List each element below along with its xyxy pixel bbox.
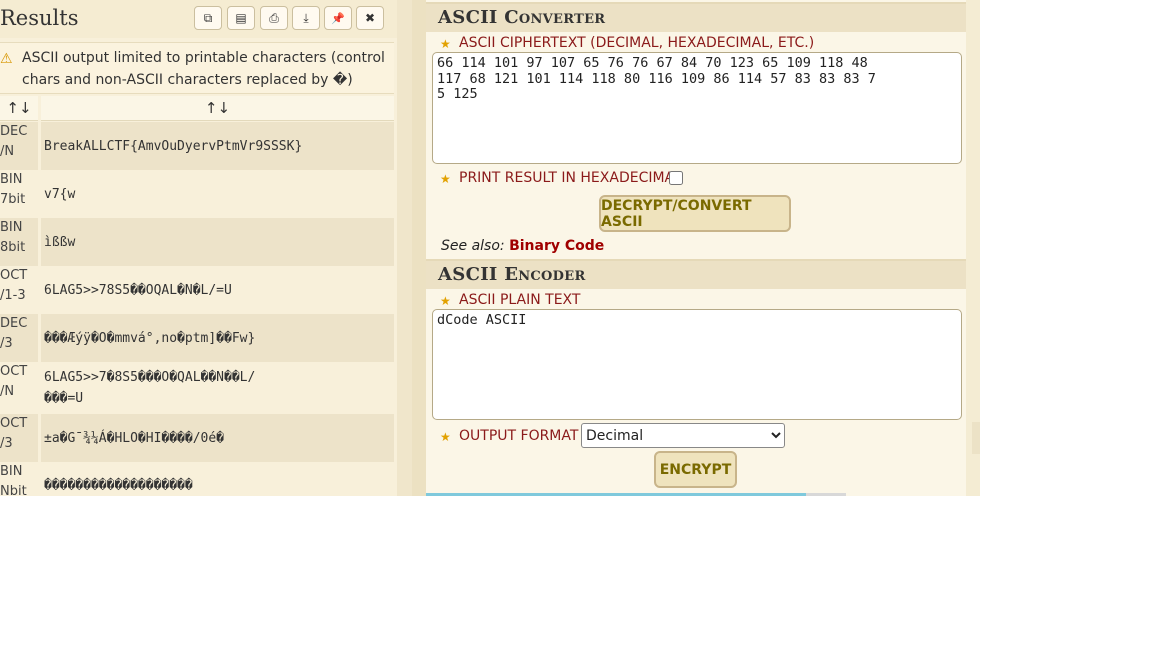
ciphertext-label: ASCII CIPHERTEXT (DECIMAL, HEXADECIMAL, … (459, 35, 815, 51)
page-viewport: Results ⧉ ▤ ⎙ ⤓ 📌 ✖ ⚠ ASCII output limit… (0, 0, 980, 496)
row-value[interactable]: 6LAG5>>78S5��OQAL�N�L/=U (41, 266, 394, 314)
row-type: BIN 8bit (0, 218, 38, 266)
bottom-accent-line (426, 493, 806, 496)
encrypt-button[interactable]: ENCRYPT (654, 451, 737, 488)
encoder-header: ASCII Encoder (426, 259, 966, 289)
main-tools: ASCII Converter ★ ASCII CIPHERTEXT (DECI… (426, 0, 966, 496)
print-icon: ⎙ (269, 10, 279, 25)
star-icon: ★ (440, 172, 451, 186)
bottom-grey-line (806, 493, 846, 496)
row-value[interactable]: BreakALLCTF{AmvOuDyervPtmVr9SSSK} (41, 122, 394, 170)
see-also: See also: Binary Code (441, 238, 604, 254)
decrypt-convert-button[interactable]: DECRYPT/CONVERT ASCII (599, 195, 791, 232)
output-format-label: OUTPUT FORMAT (459, 428, 579, 444)
clipboard-button[interactable]: ▤ (227, 6, 255, 30)
row-value[interactable]: ìßßw (41, 218, 394, 266)
output-format-select[interactable]: Decimal (581, 423, 785, 448)
sort-column-value[interactable]: ↑↓ (41, 96, 394, 121)
star-icon: ★ (440, 294, 451, 308)
pin-icon: 📌 (331, 11, 345, 25)
results-panel: Results ⧉ ▤ ⎙ ⤓ 📌 ✖ ⚠ ASCII output limit… (0, 0, 397, 496)
close-button[interactable]: ✖ (356, 6, 384, 30)
copy-button[interactable]: ⧉ (194, 6, 222, 30)
download-icon: ⤓ (303, 10, 309, 25)
hex-label: PRINT RESULT IN HEXADECIMAL (459, 170, 682, 186)
row-value[interactable]: ���Æýÿ�O�mmvá°,no�ptm]��Fw} (41, 314, 394, 362)
star-icon: ★ (440, 37, 451, 51)
pin-button[interactable]: 📌 (324, 6, 352, 30)
row-type: BIN 7bit (0, 170, 38, 218)
download-button[interactable]: ⤓ (292, 6, 320, 30)
hex-checkbox[interactable] (669, 171, 683, 185)
warning-box: ⚠ ASCII output limited to printable char… (0, 42, 394, 94)
row-type: DEC /3 (0, 314, 38, 362)
row-type: OCT /N (0, 362, 38, 414)
results-title: Results (0, 6, 79, 30)
row-value[interactable]: ������������������� (41, 462, 394, 496)
row-type: OCT /3 (0, 414, 38, 462)
converter-header: ASCII Converter (426, 2, 966, 32)
warning-text: ASCII output limited to printable charac… (22, 50, 385, 88)
close-icon: ✖ (364, 11, 376, 25)
sort-column-type[interactable]: ↑↓ (0, 96, 38, 121)
row-type: BIN Nbit (0, 462, 38, 496)
row-type: OCT /1-3 (0, 266, 38, 314)
plaintext-label: ASCII PLAIN TEXT (459, 292, 581, 308)
converter-title: ASCII Converter (438, 7, 606, 28)
clipboard-icon: ▤ (235, 11, 247, 25)
see-also-label: See also: (441, 238, 505, 254)
binary-code-link[interactable]: Binary Code (509, 238, 604, 254)
panel-divider (412, 0, 426, 496)
results-header: Results ⧉ ▤ ⎙ ⤓ 📌 ✖ (0, 0, 397, 38)
warning-icon: ⚠ (0, 51, 13, 67)
star-icon: ★ (440, 430, 451, 444)
ciphertext-input[interactable]: 66 114 101 97 107 65 76 76 67 84 70 123 … (432, 52, 962, 164)
results-scrollbar[interactable] (397, 0, 412, 496)
encoder-title: ASCII Encoder (438, 264, 586, 285)
row-value[interactable]: 6LAG5>>7�8S5���O�QAL��N��L/ ���=U (41, 362, 394, 414)
row-value[interactable]: ±a�G¯¾¼Á�HLO�HI����/0é� (41, 414, 394, 462)
row-value[interactable]: v7{w (41, 170, 394, 218)
page-scrollbar[interactable] (972, 422, 980, 454)
row-type: DEC /N (0, 122, 38, 170)
plaintext-input[interactable]: dCode ASCII (432, 309, 962, 420)
print-button[interactable]: ⎙ (260, 6, 288, 30)
copy-icon: ⧉ (203, 10, 213, 25)
